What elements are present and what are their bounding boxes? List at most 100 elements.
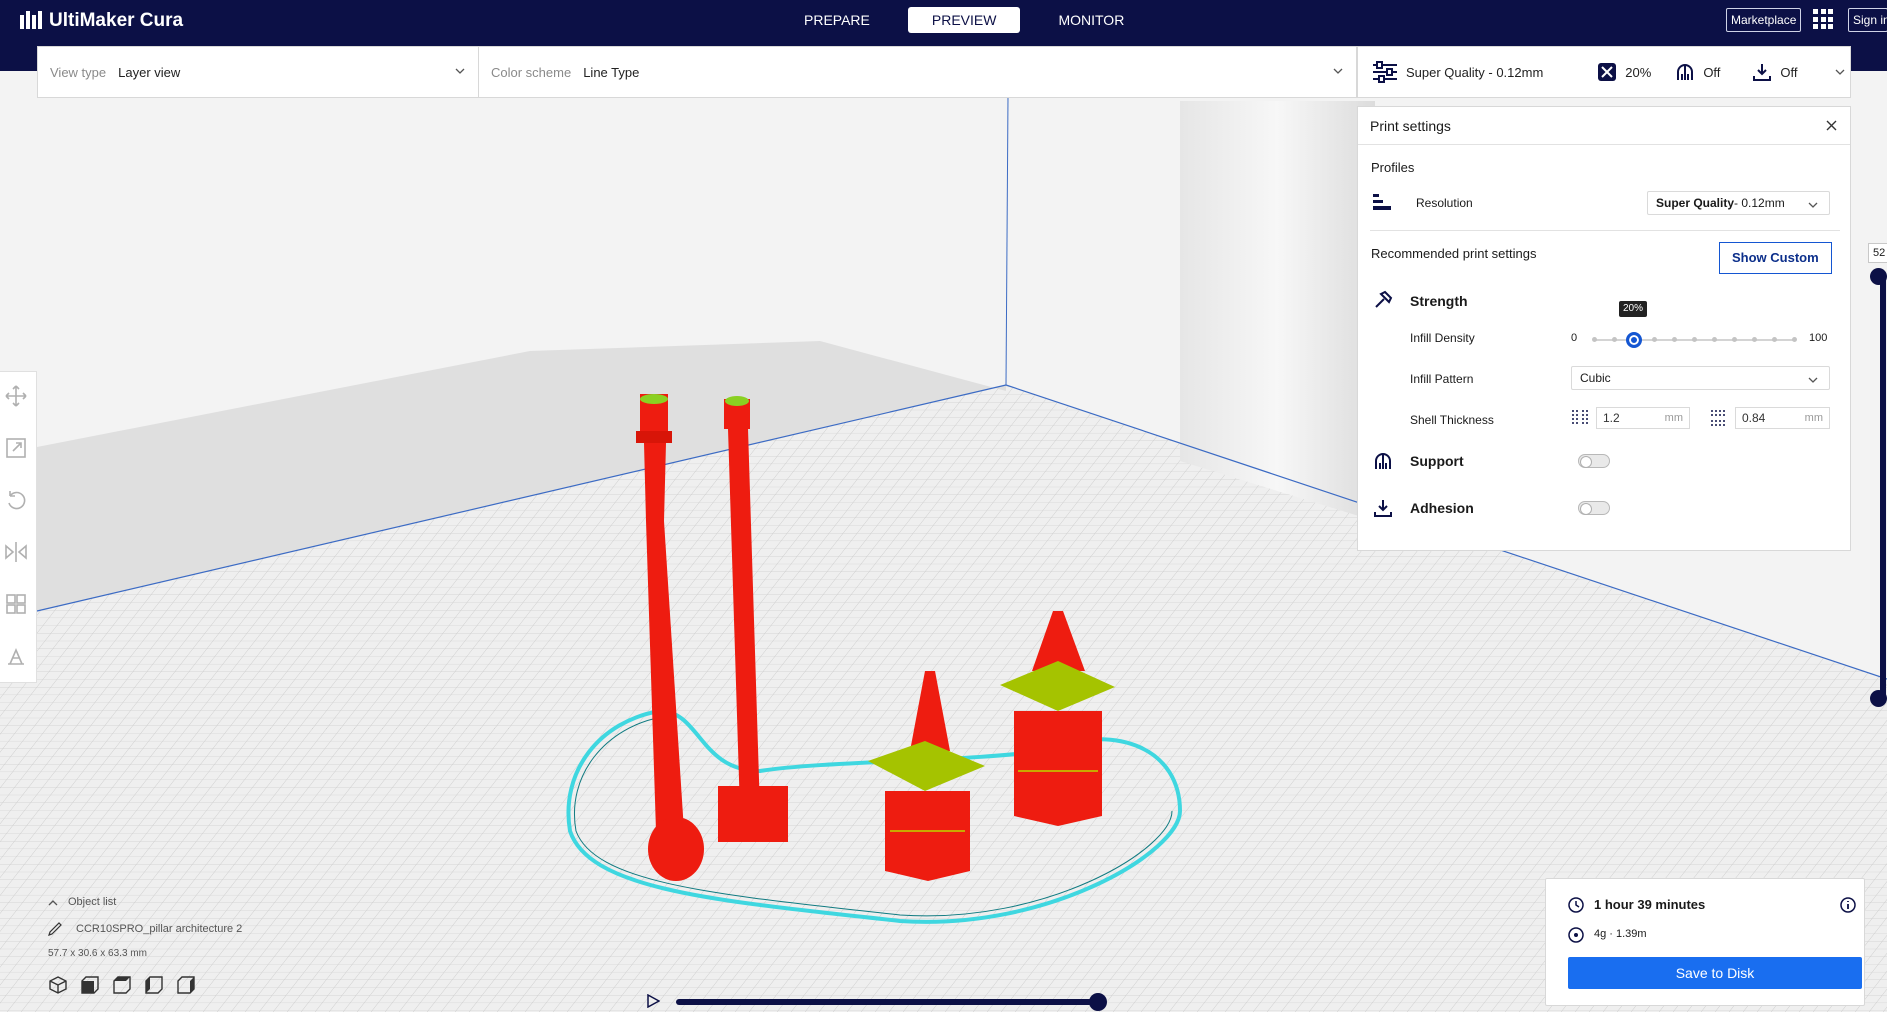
adhesion-toggle[interactable] [1578,501,1610,515]
chevron-up-icon [48,900,58,906]
camera-view-buttons [48,975,242,995]
chevron-down-icon [1808,377,1818,383]
per-model-settings-icon[interactable] [4,592,28,616]
show-custom-button[interactable]: Show Custom [1719,242,1832,274]
3d-view-icon[interactable] [48,975,68,995]
support-label: Support [1410,453,1464,469]
infill-slider-tick [1772,337,1777,342]
tab-monitor[interactable]: MONITOR [1034,7,1148,33]
view-bar: View type Layer view Color scheme Line T… [37,46,1357,98]
chevron-down-icon [455,68,465,74]
top-bottom-thickness-unit: mm [1804,412,1823,424]
scale-tool-icon[interactable] [4,436,28,460]
layer-slider-track[interactable] [1880,276,1886,700]
color-scheme-value: Line Type [583,64,640,80]
clock-icon [1568,897,1584,913]
mirror-tool-icon[interactable] [4,540,28,564]
infill-summary: 20% [1597,62,1651,82]
info-icon[interactable] [1840,897,1856,913]
infill-slider-tick [1792,337,1797,342]
sliders-icon [1373,61,1397,83]
adhesion-label: Adhesion [1410,500,1474,516]
material-estimate: 4g · 1.39m [1594,928,1647,940]
sign-in-button[interactable]: Sign in [1848,8,1887,32]
app-title: UltiMaker Cura [49,10,184,31]
infill-slider-tick [1672,337,1677,342]
wall-thickness-input[interactable]: 1.2 mm [1596,407,1690,429]
top-bottom-thickness-value: 0.84 [1742,411,1766,425]
infill-pattern-value: Cubic [1580,371,1611,385]
infill-summary-text: 20% [1625,64,1652,80]
tool-sidebar [0,371,37,683]
rotate-tool-icon[interactable] [4,488,28,512]
strength-label: Strength [1410,293,1468,309]
print-settings-panel: Print settings Profiles Resolution Super… [1357,106,1851,551]
left-view-icon[interactable] [144,975,164,995]
infill-slider-tick [1752,337,1757,342]
adhesion-summary: Off [1752,62,1798,82]
print-time: 1 hour 39 minutes [1594,897,1706,912]
infill-slider-tick [1692,337,1697,342]
infill-pattern-dropdown[interactable]: Cubic [1571,366,1830,390]
color-scheme-dropdown[interactable]: Color scheme Line Type [479,47,1356,97]
chevron-down-icon [1808,202,1818,208]
print-settings-header: Print settings [1358,107,1850,145]
apps-grid-icon[interactable] [1813,9,1833,29]
object-name-row[interactable]: CCR10SPRO_pillar architecture 2 [48,922,242,936]
wall-thickness-value: 1.2 [1603,411,1620,425]
simulation-slider-handle[interactable] [1089,993,1107,1011]
print-estimate-panel: 1 hour 39 minutes 4g · 1.39m Save to Dis… [1545,878,1865,1006]
resolution-value-bold: Super Quality [1656,196,1735,210]
infill-slider-tick [1732,337,1737,342]
divider [1370,230,1840,231]
marketplace-button[interactable]: Marketplace [1726,8,1802,32]
adhesion-summary-text: Off [1780,64,1798,80]
print-settings-summary[interactable]: Super Quality - 0.12mm 20% Off Off [1357,46,1851,98]
color-scheme-label: Color scheme [491,64,572,80]
support-toggle[interactable] [1578,454,1610,468]
view-type-dropdown[interactable]: View type Layer view [38,47,479,97]
infill-slider-tick [1652,337,1657,342]
close-icon[interactable] [1825,119,1838,132]
tab-prepare[interactable]: PREPARE [780,7,894,33]
front-view-icon[interactable] [80,975,100,995]
infill-max-label: 100 [1809,332,1828,344]
top-bottom-thickness-icon [1711,410,1727,426]
object-list-toggle[interactable]: Object list [48,896,242,908]
profiles-label: Profiles [1371,160,1415,175]
top-view-icon[interactable] [112,975,132,995]
view-type-label: View type [50,64,107,80]
pencil-icon [48,922,62,936]
adhesion-icon [1753,64,1772,81]
infill-slider-tick [1712,337,1717,342]
simulation-slider-track[interactable] [676,999,1098,1005]
app-logo: UltiMaker Cura [20,9,183,33]
layer-number-input[interactable]: 52 [1868,243,1887,263]
shell-thickness-label: Shell Thickness [1410,413,1494,427]
adhesion-icon [1374,500,1392,517]
chevron-down-icon [1835,69,1844,75]
tab-preview[interactable]: PREVIEW [907,7,1021,33]
top-bottom-thickness-input[interactable]: 0.84 mm [1735,407,1830,429]
infill-slider-handle[interactable] [1626,332,1642,348]
support-summary-text: Off [1703,64,1721,80]
play-icon[interactable] [646,994,660,1008]
object-list-label: Object list [68,896,117,908]
support-icon [1375,453,1391,469]
resolution-value-rest: - 0.12mm [1734,196,1785,210]
wall-thickness-unit: mm [1664,412,1683,424]
ultimaker-logo-icon [20,11,42,29]
move-tool-icon[interactable] [4,384,28,408]
support-icon [1677,64,1694,80]
right-view-icon[interactable] [176,975,196,995]
support-blocker-icon[interactable] [4,644,28,668]
infill-min-label: 0 [1571,332,1578,344]
resolution-dropdown[interactable]: Super Quality - 0.12mm [1647,191,1830,215]
profile-summary-text: Super Quality - 0.12mm [1406,64,1544,80]
infill-density-slider[interactable]: 20% [1592,301,1797,349]
save-to-disk-button[interactable]: Save to Disk [1568,957,1862,989]
layer-slider-bottom-handle[interactable] [1870,690,1887,707]
layer-slider-top-handle[interactable] [1870,268,1887,285]
support-summary: Off [1675,62,1720,82]
object-name: CCR10SPRO_pillar architecture 2 [76,923,243,935]
